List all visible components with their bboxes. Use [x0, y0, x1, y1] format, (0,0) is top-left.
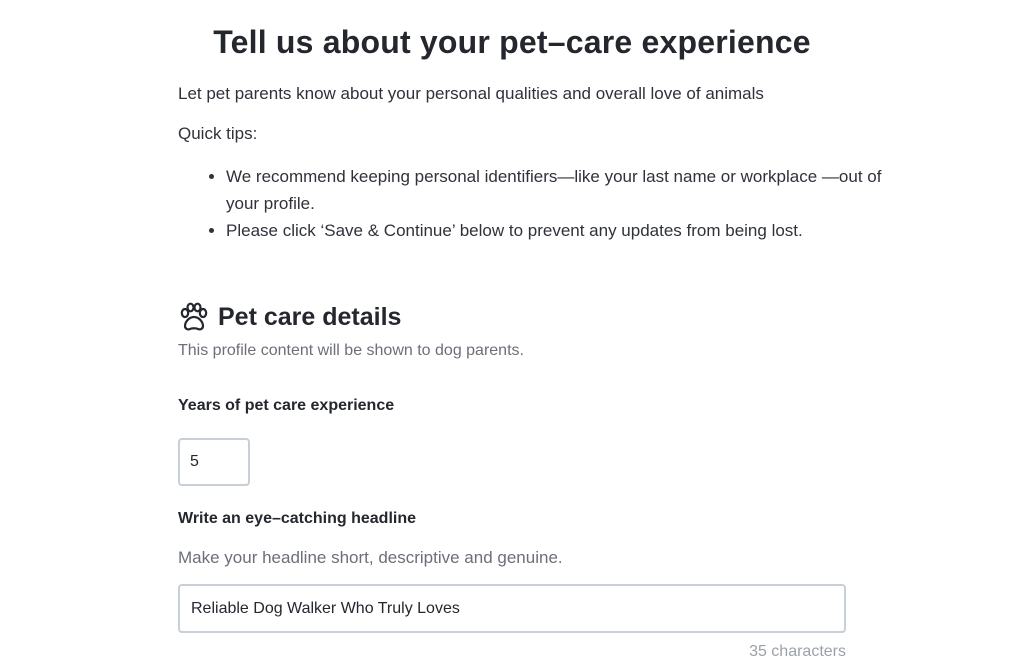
years-experience-input[interactable]: [178, 438, 250, 486]
page-title: Tell us about your pet–care experience: [213, 24, 811, 60]
quick-tips-list: We recommend keeping personal identifier…: [178, 163, 906, 244]
section-title: Pet care details: [218, 302, 402, 331]
section-header: Pet care details: [178, 302, 401, 332]
headline-label: Write an eye–catching headline: [178, 510, 417, 527]
headline-input[interactable]: [178, 584, 846, 633]
quick-tips-label: Quick tips:: [178, 124, 258, 143]
section-subtitle: This profile content will be shown to do…: [178, 342, 524, 359]
pet-care-experience-page: Tell us about your pet–care experience L…: [0, 0, 1024, 670]
tip-item: We recommend keeping personal identifier…: [226, 163, 906, 217]
headline-help-text: Make your headline short, descriptive an…: [178, 548, 563, 567]
years-experience-label: Years of pet care experience: [178, 397, 395, 414]
intro-text: Let pet parents know about your personal…: [178, 84, 764, 103]
headline-character-count: 35 characters: [749, 643, 846, 660]
paw-icon: [180, 302, 208, 331]
tip-item: Please click ‘Save & Continue’ below to …: [226, 217, 906, 244]
